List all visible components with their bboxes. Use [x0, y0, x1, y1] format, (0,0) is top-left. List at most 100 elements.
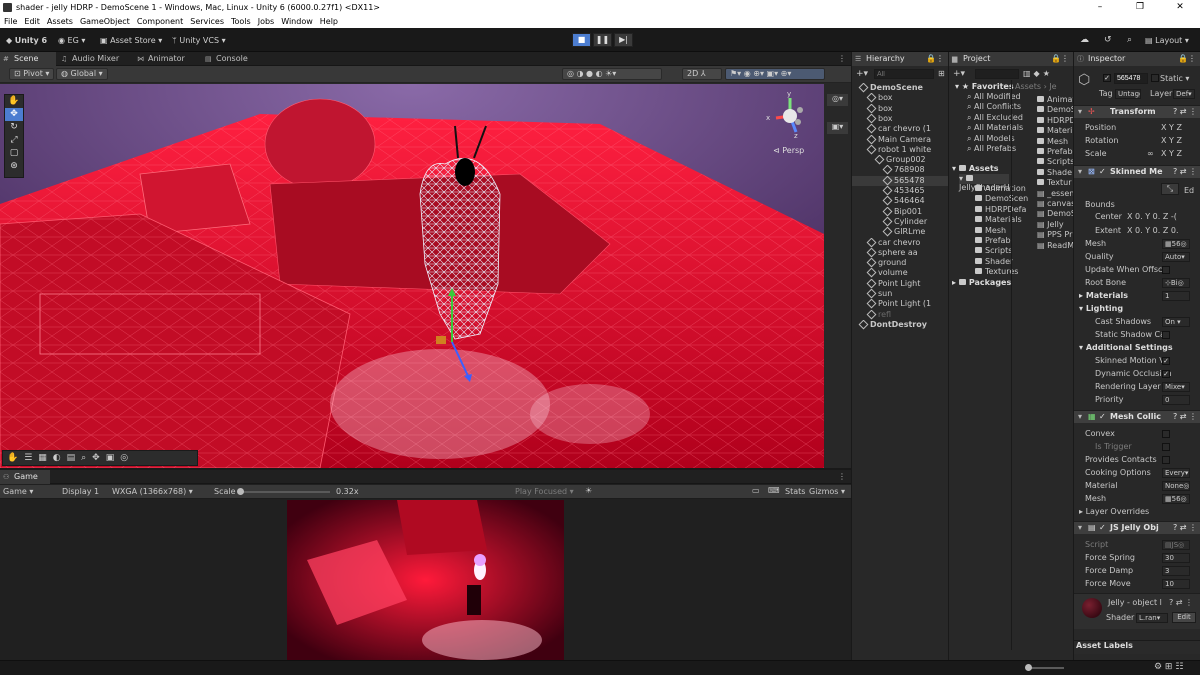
- collider-material-field[interactable]: None◎: [1162, 481, 1190, 491]
- favorite-item[interactable]: ⌕ All Prefabs: [967, 144, 1016, 154]
- game-menu-icon[interactable]: ⋮: [838, 470, 850, 484]
- material-menu-icon[interactable]: ? ⇄ ⋮: [1169, 598, 1193, 607]
- hierarchy-row[interactable]: car chevro (1: [852, 124, 948, 134]
- skinned-menu-icon[interactable]: ? ⇄ ⋮: [1173, 166, 1197, 178]
- menu-tools[interactable]: Tools: [231, 15, 251, 28]
- root-bone-field[interactable]: ⊹Bi◎: [1162, 278, 1190, 288]
- pause-button[interactable]: ❚❚: [593, 33, 612, 47]
- filter-icon[interactable]: ⊞: [938, 69, 945, 78]
- close-button[interactable]: ✕: [1160, 0, 1200, 15]
- global-dropdown[interactable]: ◍ Global ▾: [56, 68, 108, 80]
- maximize-toggle-icon[interactable]: ▭: [752, 486, 760, 495]
- collider-mesh-field[interactable]: ▦56◎: [1162, 494, 1190, 504]
- move-tool-icon[interactable]: ✥: [5, 108, 23, 121]
- folder-item[interactable]: Materials: [975, 215, 1022, 225]
- project-breadcrumb[interactable]: Assets › Je: [1015, 82, 1057, 91]
- hierarchy-row[interactable]: DemoScene: [852, 83, 948, 93]
- asset-item[interactable]: ▤ ReadM: [1037, 241, 1073, 251]
- game-mode-dropdown[interactable]: Game ▾: [3, 487, 33, 496]
- folder-item[interactable]: Shader: [975, 257, 1013, 267]
- dynamic-occlusion-checkbox[interactable]: ✓: [1162, 370, 1170, 378]
- convex-checkbox[interactable]: [1162, 430, 1170, 438]
- priority-field[interactable]: 0: [1162, 395, 1190, 405]
- hierarchy-row[interactable]: DontDestroy: [852, 319, 948, 330]
- hierarchy-row[interactable]: robot 1 white: [852, 144, 948, 155]
- center-fields[interactable]: X 0. Y 0. Z -(: [1127, 212, 1177, 221]
- force-spring-field[interactable]: 30: [1162, 553, 1190, 563]
- tab-scene[interactable]: # Scene: [0, 52, 56, 66]
- script-menu-icon[interactable]: ? ⇄ ⋮: [1173, 522, 1197, 534]
- script-enabled-check[interactable]: ✓: [1099, 522, 1106, 534]
- scale-slider[interactable]: [237, 488, 330, 495]
- account-button[interactable]: ◆ Unity 6: [6, 34, 47, 47]
- scene-overlay-toolbar[interactable]: ✋☰▦◐▤⌕✥▣◎: [2, 450, 198, 466]
- asset-item[interactable]: Materi: [1037, 126, 1073, 136]
- hierarchy-row[interactable]: Bip001: [852, 206, 948, 217]
- layout-dropdown[interactable]: ▤ Layout ▾: [1145, 34, 1189, 47]
- asset-item[interactable]: Prefab: [1037, 147, 1073, 157]
- asset-item[interactable]: DemoS: [1037, 105, 1073, 115]
- hierarchy-row[interactable]: box: [852, 93, 948, 103]
- scale-tool-icon[interactable]: ⤢: [5, 134, 23, 147]
- projection-label[interactable]: ⊲ Persp: [773, 146, 804, 155]
- shader-dropdown[interactable]: L.ran▾: [1136, 613, 1168, 623]
- edit-bounds-button[interactable]: ⤡: [1161, 183, 1179, 195]
- pivot-dropdown[interactable]: ⊡ Pivot ▾: [9, 68, 55, 80]
- project-add-icon[interactable]: +▾: [953, 69, 965, 79]
- jelly-script-header[interactable]: ▾ ▤ ✓ JS Jelly Obj? ⇄ ⋮: [1074, 521, 1200, 534]
- folder-item[interactable]: Animation: [975, 184, 1026, 194]
- rotation-xyz[interactable]: X Y Z: [1161, 136, 1182, 145]
- display-dropdown[interactable]: Display 1: [62, 487, 99, 496]
- layer-overrides-foldout[interactable]: ▸ Layer Overrides: [1079, 507, 1149, 516]
- favorite-item[interactable]: ⌕ All Models: [967, 134, 1015, 144]
- lock-icon[interactable]: 🔒⋮: [926, 52, 944, 66]
- resolution-dropdown[interactable]: WXGA (1366x768) ▾: [112, 487, 193, 496]
- menu-assets[interactable]: Assets: [47, 15, 73, 28]
- vcs-button[interactable]: ᛘ Unity VCS ▾: [172, 34, 226, 47]
- hierarchy-row[interactable]: sun: [852, 289, 948, 299]
- folder-jelly[interactable]: ▾ JellyShaderH: [959, 174, 1010, 192]
- static-dropdown[interactable]: Static ▾: [1160, 74, 1189, 83]
- render-toggles[interactable]: 2D ⅄: [682, 68, 722, 80]
- play-focused-dropdown[interactable]: Play Focused ▾: [515, 487, 574, 496]
- skinned-enabled-check[interactable]: ✓: [1099, 166, 1106, 178]
- inspector-lock-icon[interactable]: 🔒⋮: [1178, 52, 1196, 66]
- menu-edit[interactable]: Edit: [24, 15, 40, 28]
- assets-header[interactable]: ▾ Assets: [952, 164, 999, 173]
- project-lock-icon[interactable]: 🔒⋮: [1051, 52, 1069, 66]
- favorite-item[interactable]: ⌕ All Conflicts: [967, 102, 1021, 112]
- camera-settings-icon[interactable]: ◎▾: [827, 94, 848, 106]
- hierarchy-row[interactable]: Point Light (1: [852, 299, 948, 309]
- transform-header[interactable]: ▾ ✢ Transform? ⇄ ⋮: [1074, 105, 1200, 118]
- mesh-collider-header[interactable]: ▾ ▦ ✓ Mesh Collic? ⇄ ⋮: [1074, 410, 1200, 423]
- orientation-gizmo[interactable]: y x z: [766, 90, 814, 150]
- scene-viewport[interactable]: y x z ⊲ Persp ✋ ✥ ↻ ⤢ ▢ ⊛ ✋☰▦◐▤⌕✥▣◎: [0, 84, 824, 468]
- history-icon[interactable]: ↺: [1104, 34, 1112, 47]
- folder-item[interactable]: Mesh: [975, 226, 1006, 236]
- hierarchy-row[interactable]: GIRLme: [852, 227, 948, 237]
- step-button[interactable]: ▶|: [614, 33, 633, 47]
- rendering-layer-dropdown[interactable]: Mixe▾: [1162, 382, 1190, 392]
- tag-dropdown[interactable]: Untagg▾: [1115, 89, 1141, 99]
- rect-tool-icon[interactable]: ▢: [5, 147, 23, 160]
- maximize-button[interactable]: ❐: [1120, 0, 1160, 15]
- hierarchy-row[interactable]: Point Light: [852, 278, 948, 289]
- folder-item[interactable]: HDRPDefa: [975, 205, 1026, 215]
- hierarchy-row[interactable]: Cylinder: [852, 216, 948, 227]
- provides-contacts-checkbox[interactable]: [1162, 456, 1170, 464]
- project-search-input[interactable]: [975, 69, 1019, 79]
- skinned-mesh-header[interactable]: ▾ ⊠ ✓ Skinned Me? ⇄ ⋮: [1074, 165, 1200, 178]
- scale-slider-handle[interactable]: [237, 488, 244, 495]
- asset-item[interactable]: Scripts: [1037, 157, 1073, 167]
- favorites-header[interactable]: ▾ ★ Favorites: [955, 82, 1014, 91]
- menu-gameobject[interactable]: GameObject: [80, 15, 130, 28]
- mesh-field[interactable]: ▦56◎: [1162, 239, 1190, 249]
- tab-animator[interactable]: ⋈ Animator: [134, 52, 194, 66]
- hierarchy-row[interactable]: refl: [852, 309, 948, 320]
- asset-item[interactable]: Mesh: [1037, 137, 1073, 147]
- add-icon[interactable]: +▾: [856, 69, 868, 79]
- menu-window[interactable]: Window: [281, 15, 313, 28]
- tab-console[interactable]: ▤ Console: [202, 52, 262, 66]
- stats-button[interactable]: Stats: [785, 487, 805, 496]
- packages-header[interactable]: ▸ Packages: [952, 278, 1011, 287]
